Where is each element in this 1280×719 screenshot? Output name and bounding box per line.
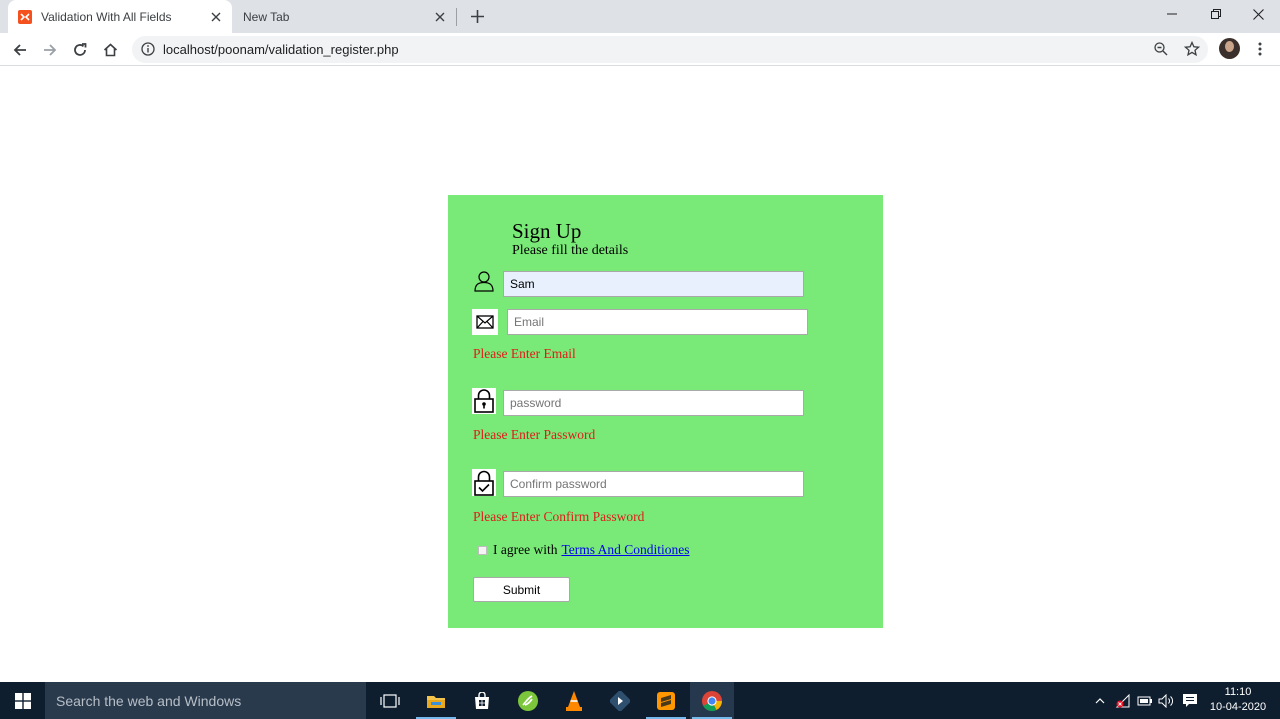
lock-icon	[472, 388, 496, 414]
reload-button[interactable]	[66, 36, 94, 64]
green-app-icon[interactable]	[506, 682, 550, 719]
taskbar: Search the web and Windows 11:10 10-04-2…	[0, 682, 1280, 719]
confirm-password-field[interactable]	[503, 471, 804, 497]
terms-row: I agree with Terms And Conditiones	[478, 542, 690, 558]
minimize-icon	[1167, 13, 1177, 15]
tab-title: Validation With All Fields	[41, 9, 172, 24]
confirm-password-error: Please Enter Confirm Password	[473, 509, 645, 524]
form-subtitle: Please fill the details	[512, 243, 629, 258]
signup-card: Sign Up Please fill the details Please E…	[448, 195, 883, 628]
minimize-button[interactable]	[1150, 0, 1194, 28]
sublime-text-icon[interactable]	[644, 682, 688, 719]
media-app-icon[interactable]	[598, 682, 642, 719]
tab-validation[interactable]: Validation With All Fields	[8, 0, 232, 33]
tab-bar: Validation With All Fields New Tab	[0, 0, 1280, 33]
address-bar[interactable]: localhost/poonam/validation_register.php	[132, 36, 1208, 63]
url-text: localhost/poonam/validation_register.php	[163, 42, 399, 57]
network-error-icon[interactable]	[1114, 682, 1132, 719]
close-icon	[1252, 8, 1264, 20]
store-icon[interactable]	[460, 682, 504, 719]
taskbar-search-placeholder: Search the web and Windows	[56, 693, 242, 709]
taskbar-search-box[interactable]: Search the web and Windows	[45, 682, 366, 719]
chrome-icon[interactable]	[690, 682, 734, 719]
name-input[interactable]	[503, 271, 804, 297]
xampp-favicon-icon	[18, 9, 32, 24]
user-icon	[472, 269, 496, 293]
email-field[interactable]	[507, 309, 808, 335]
form-title: Sign Up	[512, 219, 582, 243]
task-view-icon[interactable]	[368, 682, 412, 719]
windows-logo-icon	[14, 692, 31, 709]
lock-check-icon	[472, 469, 496, 496]
reload-icon	[74, 43, 87, 56]
tab-new-tab[interactable]: New Tab	[232, 0, 456, 33]
browser-menu-button[interactable]	[1250, 38, 1270, 60]
tab-title: New Tab	[243, 9, 290, 24]
vlc-icon[interactable]	[552, 682, 596, 719]
restore-button[interactable]	[1194, 0, 1238, 28]
terms-link[interactable]: Terms And Conditiones	[561, 542, 689, 558]
password-field[interactable]	[503, 390, 804, 416]
notification-icon[interactable]	[1180, 682, 1200, 719]
zoom-icon[interactable]	[1154, 42, 1168, 56]
restore-icon	[1211, 9, 1221, 19]
arrow-right-icon	[44, 44, 57, 56]
back-button[interactable]	[6, 36, 34, 64]
home-icon	[103, 43, 117, 57]
agree-label: I agree with	[493, 542, 558, 557]
profile-avatar[interactable]	[1219, 38, 1240, 59]
envelope-icon	[472, 309, 498, 335]
bookmark-star-icon[interactable]	[1184, 41, 1200, 57]
info-icon[interactable]	[141, 42, 155, 56]
arrow-left-icon	[13, 44, 26, 56]
plus-icon	[470, 9, 484, 23]
close-tab-icon[interactable]	[428, 5, 452, 29]
forward-button[interactable]	[36, 36, 64, 64]
chevron-up-icon[interactable]	[1092, 682, 1108, 719]
email-error: Please Enter Email	[473, 346, 576, 361]
home-button[interactable]	[96, 36, 124, 64]
password-error: Please Enter Password	[473, 427, 596, 442]
clock-date: 10-04-2020	[1209, 701, 1267, 713]
close-window-button[interactable]	[1236, 0, 1280, 28]
terms-checkbox[interactable]	[478, 545, 487, 555]
file-explorer-icon[interactable]	[414, 682, 458, 719]
new-tab-button[interactable]	[465, 4, 489, 28]
taskbar-clock[interactable]: 11:10 10-04-2020	[1204, 685, 1272, 715]
browser-toolbar: localhost/poonam/validation_register.php	[0, 33, 1280, 66]
close-tab-icon[interactable]	[204, 5, 228, 29]
volume-icon[interactable]	[1157, 682, 1175, 719]
clock-time: 11:10	[1224, 686, 1252, 698]
more-vert-icon	[1258, 42, 1262, 56]
tab-divider	[456, 8, 457, 26]
battery-icon[interactable]	[1136, 682, 1154, 719]
start-button[interactable]	[0, 682, 45, 719]
submit-button[interactable]: Submit	[473, 577, 570, 602]
